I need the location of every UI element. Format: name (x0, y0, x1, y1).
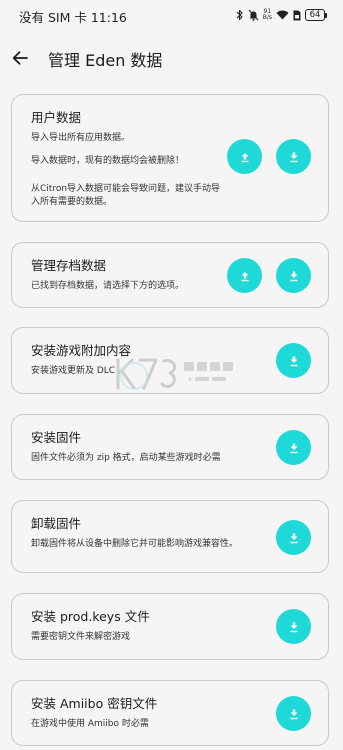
card-desc: 卸载固件将从设备中删除它并可能影响游戏兼容性。 (31, 539, 239, 549)
install-firmware-button[interactable] (276, 430, 311, 465)
mute-bell-icon (248, 9, 259, 21)
card-title: 安装 Amiibo 密钥文件 (31, 696, 158, 711)
upload-icon (241, 152, 248, 162)
carrier-time-text: 没有 SIM 卡 11:16 (19, 10, 127, 25)
arrow-left-icon (12, 51, 28, 65)
card-user-data[interactable]: 用户数据 导入导出所有应用数据。 导入数据时，现有的数据均会被删除！ 从Citr… (11, 94, 329, 222)
sim-card-icon (293, 10, 301, 21)
card-install-amiibo-keys[interactable]: 安装 Amiibo 密钥文件 在游戏中使用 Amiibo 时必需 (11, 680, 329, 746)
card-desc-warning: 导入数据时，现有的数据均会被删除！ (31, 156, 185, 166)
network-speed: 91 B/s (263, 9, 272, 21)
card-install-prod-keys[interactable]: 安装 prod.keys 文件 需要密钥文件来解密游戏 (11, 593, 329, 660)
import-save-data-button[interactable] (276, 258, 311, 293)
install-amiibo-keys-button[interactable] (276, 696, 311, 731)
download-icon (290, 622, 297, 632)
card-title: 卸载固件 (31, 516, 82, 531)
battery-indicator: 64 (305, 9, 327, 21)
download-icon (290, 356, 297, 366)
card-title: 安装 prod.keys 文件 (31, 609, 150, 624)
uninstall-firmware-button[interactable] (276, 520, 311, 555)
back-button[interactable] (10, 48, 30, 68)
status-icons: 91 B/s 64 (236, 8, 327, 22)
install-addons-button[interactable] (276, 343, 311, 378)
card-desc-note: 从Citron导入数据可能会导致问题，建议手动导入所有需要的数据。 (31, 184, 221, 207)
card-save-data[interactable]: 管理存档数据 已找到存档数据，请选择下方的选项。 (11, 242, 329, 308)
card-desc: 固件文件必须为 zip 格式，启动某些游戏时必需 (31, 453, 221, 463)
import-user-data-button[interactable] (276, 139, 311, 174)
card-desc: 已找到存档数据，请选择下方的选项。 (31, 281, 185, 291)
wifi-icon (276, 10, 289, 20)
card-desc: 导入导出所有应用数据。 (31, 133, 131, 143)
card-install-addons[interactable]: 安装游戏附加内容 安装游戏更新及 DLC (11, 327, 329, 394)
card-uninstall-firmware[interactable]: 卸载固件 卸载固件将从设备中删除它并可能影响游戏兼容性。 (11, 500, 329, 573)
card-title: 安装固件 (31, 430, 82, 445)
install-prod-keys-button[interactable] (276, 609, 311, 644)
download-icon (290, 152, 297, 162)
download-icon (290, 533, 297, 543)
card-install-firmware[interactable]: 安装固件 固件文件必须为 zip 格式，启动某些游戏时必需 (11, 414, 329, 480)
export-save-data-button[interactable] (227, 258, 262, 293)
export-user-data-button[interactable] (227, 139, 262, 174)
download-icon (290, 443, 297, 453)
card-desc: 安装游戏更新及 DLC (31, 366, 116, 376)
app-bar: 管理 Eden 数据 (0, 40, 343, 76)
upload-icon (241, 271, 248, 281)
status-bar: 没有 SIM 卡 11:16 91 B/s 64 (0, 0, 343, 30)
download-icon (290, 709, 297, 719)
bluetooth-icon (236, 9, 244, 21)
network-speed-unit: B/s (262, 14, 272, 21)
page-title: 管理 Eden 数据 (48, 51, 163, 70)
card-desc: 需要密钥文件来解密游戏 (31, 632, 131, 642)
card-desc: 在游戏中使用 Amiibo 时必需 (31, 719, 149, 729)
card-title: 用户数据 (31, 110, 82, 125)
card-title: 安装游戏附加内容 (31, 343, 132, 358)
battery-level: 64 (305, 9, 325, 21)
card-title: 管理存档数据 (31, 258, 107, 273)
battery-cap (325, 12, 327, 18)
download-icon (290, 271, 297, 281)
